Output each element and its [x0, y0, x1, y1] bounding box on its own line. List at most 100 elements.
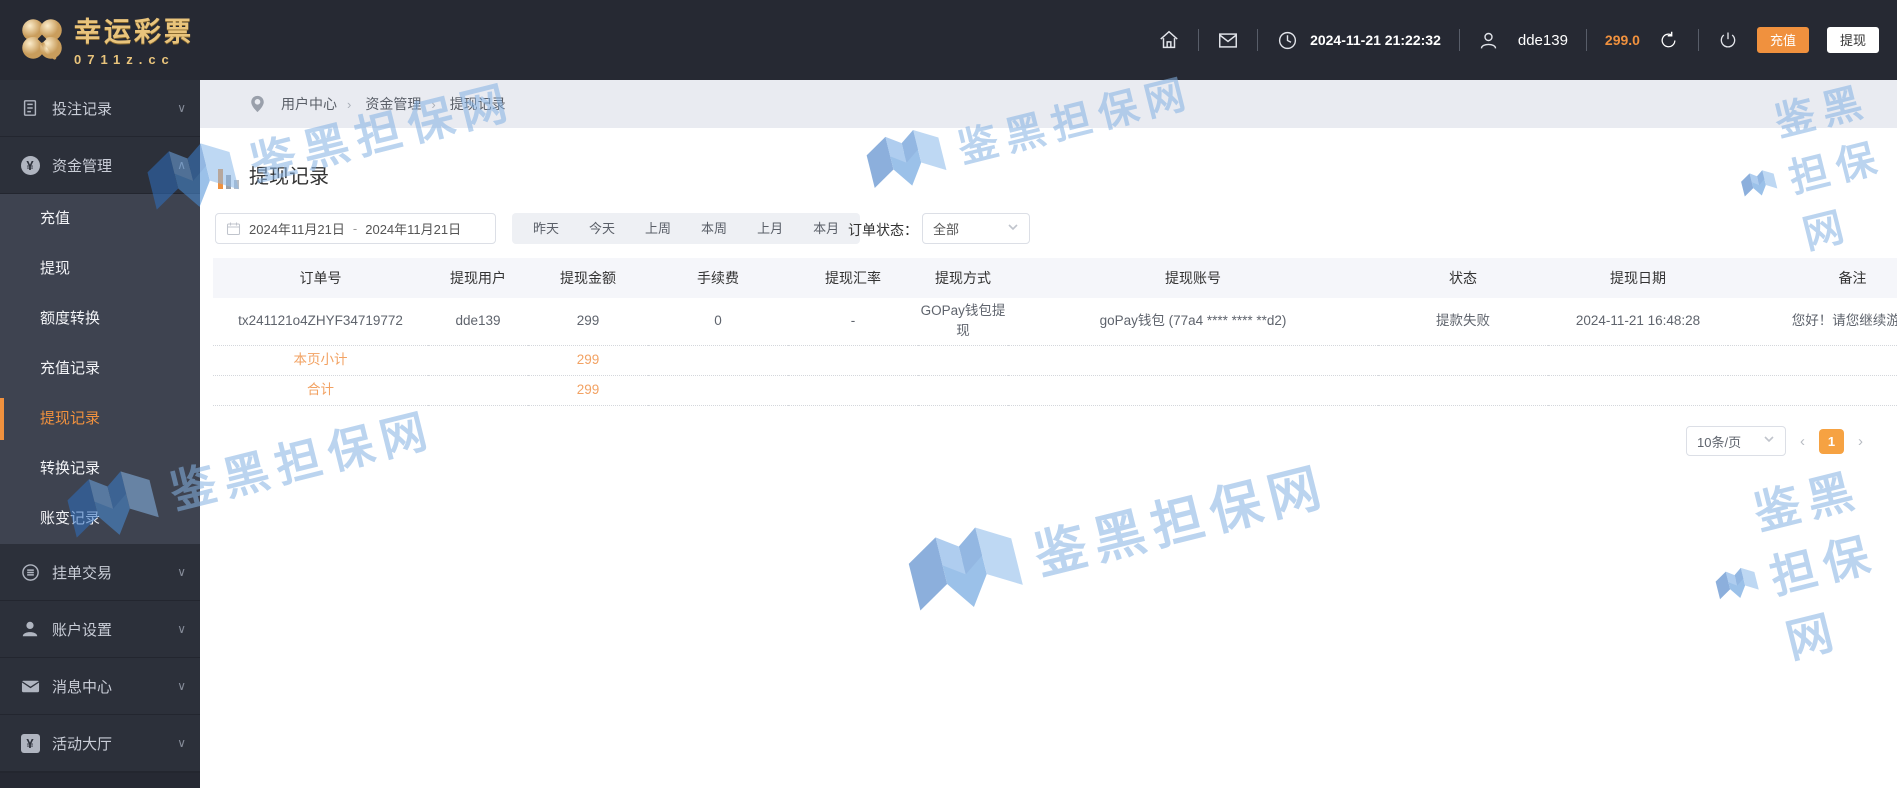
prev-page-icon[interactable]: ‹ — [1800, 433, 1805, 450]
cell-rate: - — [788, 298, 918, 346]
recharge-button[interactable]: 充值 — [1756, 27, 1809, 53]
divider — [1198, 29, 1200, 51]
breadcrumb-separator: › — [347, 96, 352, 112]
user-icon — [1478, 29, 1500, 51]
bar-chart-icon — [218, 169, 239, 189]
cell-remark: 您好！请您继续游戏 — [1728, 298, 1897, 346]
bet-record-icon — [20, 98, 40, 118]
quick-date-buttons: 昨天 今天 上周 本周 上月 本月 — [512, 213, 861, 244]
order-status-label: 订单状态： — [848, 222, 918, 238]
date-range-picker[interactable]: 2024年11月21日 - 2024年11月21日 — [215, 213, 496, 244]
brand-domain: 0711z.cc — [74, 52, 175, 67]
location-pin-icon — [251, 95, 264, 113]
logout-icon[interactable] — [1717, 29, 1739, 51]
sidebar-nav: 投注记录 ∨ ¥ 资金管理 ∧ 充值 提现 额度转换 充值记录 提现记录 转换记… — [0, 80, 200, 788]
home-icon[interactable] — [1158, 29, 1180, 51]
mail-icon — [20, 676, 40, 696]
sidebar-item-withdraw[interactable]: 提现 — [0, 244, 200, 294]
table-row: tx241121o4ZHYF34719772 dde139 299 0 - GO… — [213, 298, 1897, 346]
balance-amount: 299.0 — [1604, 32, 1640, 48]
sidebar-item-pending-orders[interactable]: 挂单交易 ∨ — [0, 544, 200, 601]
quick-yesterday[interactable]: 昨天 — [518, 213, 574, 244]
quick-last-week[interactable]: 上周 — [630, 213, 686, 244]
quick-last-month[interactable]: 上月 — [742, 213, 798, 244]
page-number-1[interactable]: 1 — [1819, 428, 1844, 454]
col-user: 提现用户 — [428, 258, 528, 298]
cell-method: GOPay钱包提现 — [918, 298, 1008, 346]
sidebar-item-quota-transfer[interactable]: 额度转换 — [0, 294, 200, 344]
calendar-icon — [226, 222, 241, 236]
chevron-down-icon — [1007, 220, 1019, 238]
yen-circle-icon: ¥ — [20, 155, 40, 175]
breadcrumb-user-center[interactable]: 用户中心 — [281, 94, 337, 114]
funds-submenu: 充值 提现 额度转换 充值记录 提现记录 转换记录 账变记录 — [0, 194, 200, 544]
pagination: 10条/页 ‹ 1 › — [1686, 426, 1863, 456]
col-date: 提现日期 — [1548, 258, 1728, 298]
sidebar-item-recharge[interactable]: 充值 — [0, 194, 200, 244]
username: dde139 — [1517, 31, 1568, 49]
page-size-select[interactable]: 10条/页 — [1686, 426, 1786, 456]
col-remark: 备注 — [1728, 258, 1897, 298]
divider — [1697, 29, 1699, 51]
total-value: 299 — [528, 375, 648, 406]
chevron-down-icon: ∨ — [177, 622, 186, 636]
sidebar-item-activity-hall[interactable]: ¥ 活动大厅 ∨ — [0, 715, 200, 772]
breadcrumb-funds[interactable]: 资金管理 — [365, 94, 421, 114]
divider — [1257, 29, 1259, 51]
subtotal-label: 本页小计 — [213, 345, 428, 376]
breadcrumb: 用户中心 › 资金管理 › 提现记录 — [200, 80, 1897, 128]
chevron-down-icon: ∨ — [177, 101, 186, 115]
breadcrumb-separator: › — [431, 96, 436, 112]
sidebar-item-message-center[interactable]: 消息中心 ∨ — [0, 658, 200, 715]
chevron-up-icon: ∧ — [177, 158, 186, 172]
refresh-balance-icon[interactable] — [1658, 29, 1680, 51]
sidebar-item-funds[interactable]: ¥ 资金管理 ∧ — [0, 137, 200, 194]
col-fee: 手续费 — [648, 258, 788, 298]
breadcrumb-withdraw-records: 提现记录 — [449, 96, 506, 112]
server-time: 2024-11-21 21:22:32 — [1310, 32, 1441, 48]
clover-icon — [22, 18, 62, 60]
table-header-row: 订单号 提现用户 提现金额 手续费 提现汇率 提现方式 提现账号 状态 提现日期… — [213, 258, 1897, 298]
next-page-icon[interactable]: › — [1858, 433, 1863, 450]
subtotal-value: 299 — [528, 345, 648, 376]
total-row: 合计 299 — [213, 375, 1897, 406]
subtotal-row: 本页小计 299 — [213, 345, 1897, 376]
col-account: 提现账号 — [1008, 258, 1378, 298]
coins-icon — [20, 562, 40, 582]
sidebar-item-account-change-records[interactable]: 账变记录 — [0, 494, 200, 544]
top-header: 幸运彩票 0711z.cc 2024-11-21 21:22:32 dde139… — [0, 0, 1897, 80]
order-status-select[interactable]: 全部 — [922, 213, 1030, 244]
sidebar-item-account-settings[interactable]: 账户设置 ∨ — [0, 601, 200, 658]
cell-date: 2024-11-21 16:48:28 — [1548, 298, 1728, 346]
col-method: 提现方式 — [918, 258, 1008, 298]
user-icon — [20, 619, 40, 639]
quick-this-month[interactable]: 本月 — [798, 213, 854, 244]
activity-icon: ¥ — [20, 733, 40, 753]
sidebar-item-withdraw-records[interactable]: 提现记录 — [0, 394, 200, 444]
cell-user: dde139 — [428, 298, 528, 346]
col-status: 状态 — [1378, 258, 1548, 298]
site-logo[interactable]: 幸运彩票 0711z.cc — [16, 10, 194, 67]
col-order-id: 订单号 — [213, 258, 428, 298]
chevron-down-icon: ∨ — [177, 565, 186, 579]
sidebar-item-transfer-records[interactable]: 转换记录 — [0, 444, 200, 494]
chevron-down-icon: ∨ — [177, 679, 186, 693]
page-title: 提现记录 — [249, 166, 329, 188]
cell-fee: 0 — [648, 298, 788, 346]
withdraw-button[interactable]: 提现 — [1826, 27, 1879, 53]
col-rate: 提现汇率 — [788, 258, 918, 298]
cell-order-id: tx241121o4ZHYF34719772 — [213, 298, 428, 346]
message-icon[interactable] — [1217, 29, 1239, 51]
cell-amount: 299 — [528, 298, 648, 346]
chevron-down-icon — [1763, 432, 1775, 450]
date-start: 2024年11月21日 — [249, 222, 345, 237]
clock-icon — [1276, 29, 1298, 51]
sidebar-item-recharge-records[interactable]: 充值记录 — [0, 344, 200, 394]
cell-status: 提款失败 — [1378, 298, 1548, 346]
chevron-down-icon: ∨ — [177, 736, 186, 750]
divider — [1458, 29, 1460, 51]
main-content: 提现记录 2024年11月21日 - 2024年11月21日 昨天 今天 上周 … — [200, 128, 1897, 787]
quick-today[interactable]: 今天 — [574, 213, 630, 244]
quick-this-week[interactable]: 本周 — [686, 213, 742, 244]
sidebar-item-bet-records[interactable]: 投注记录 ∨ — [0, 80, 200, 137]
